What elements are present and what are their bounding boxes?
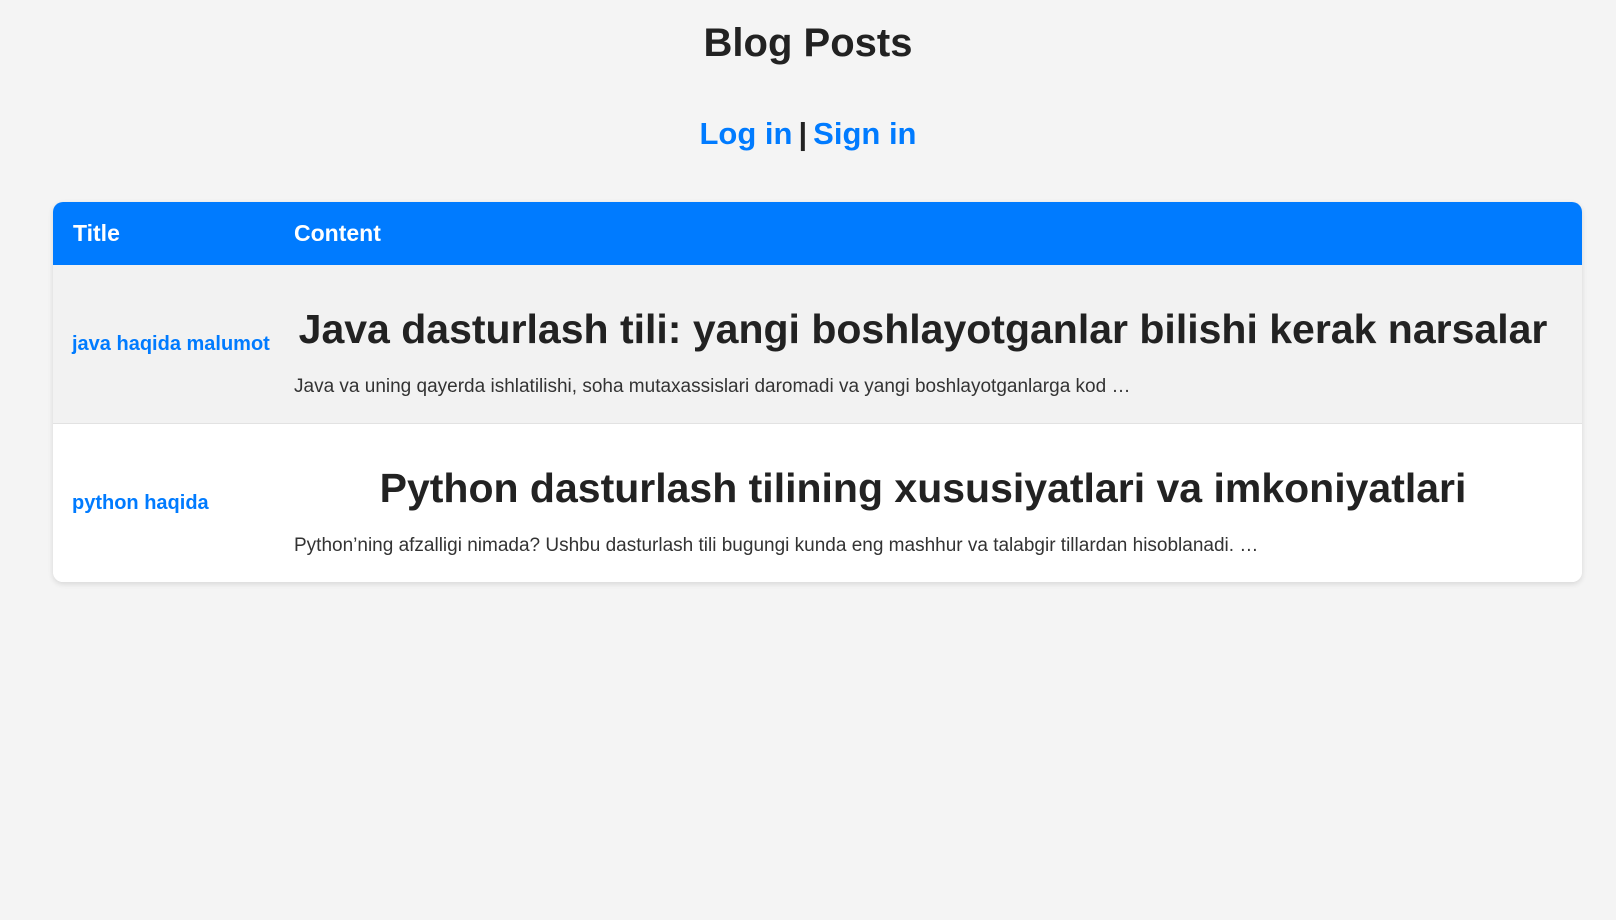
auth-separator: | bbox=[798, 116, 808, 151]
table-row: python haqida Python dasturlash tilining… bbox=[53, 424, 1582, 582]
post-heading: Python dasturlash tilining xususiyatlari… bbox=[379, 465, 1467, 511]
posts-table: Title Content java haqida malumot Java d… bbox=[53, 202, 1582, 582]
post-heading: Java dasturlash tili: yangi boshlayotgan… bbox=[298, 306, 1548, 352]
table-header: Title Content bbox=[53, 202, 1582, 265]
content-cell: Python dasturlash tilining xususiyatlari… bbox=[294, 424, 1582, 582]
title-cell: java haqida malumot bbox=[53, 265, 294, 423]
post-title-link[interactable]: java haqida malumot bbox=[72, 333, 270, 356]
table-row: java haqida malumot Java dasturlash tili… bbox=[53, 265, 1582, 424]
content-cell: Java dasturlash tili: yangi boshlayotgan… bbox=[294, 265, 1582, 423]
login-link[interactable]: Log in bbox=[700, 116, 793, 151]
post-excerpt: Python’ning afzalligi nimada? Ushbu dast… bbox=[294, 535, 1259, 556]
page-title: Blog Posts bbox=[703, 21, 913, 65]
post-title-link[interactable]: python haqida bbox=[72, 492, 209, 515]
title-cell: python haqida bbox=[53, 424, 294, 582]
auth-nav: Log in | Sign in bbox=[0, 114, 1616, 154]
post-excerpt: Java va uning qayerda ishlatilishi, soha… bbox=[294, 376, 1131, 397]
signin-link[interactable]: Sign in bbox=[813, 116, 916, 151]
column-header-title: Title bbox=[73, 220, 120, 246]
column-header-content: Content bbox=[294, 220, 381, 246]
